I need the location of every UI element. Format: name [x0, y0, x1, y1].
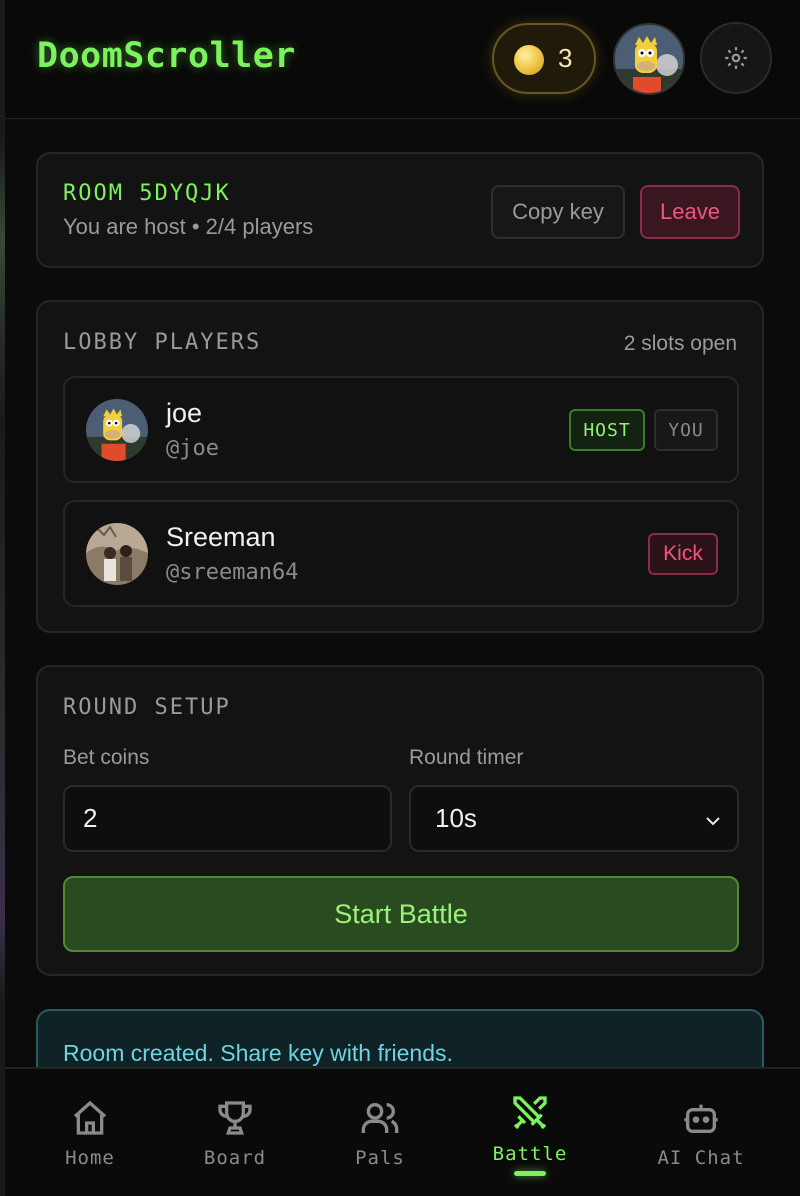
round-timer-select[interactable]: 10s: [409, 785, 739, 852]
active-indicator: [514, 1171, 546, 1176]
start-battle-button[interactable]: Start Battle: [63, 876, 739, 952]
app-header: DoomScroller 3: [5, 0, 800, 119]
you-badge: YOU: [654, 409, 718, 451]
trophy-icon: [218, 1101, 252, 1135]
kick-button[interactable]: Kick: [648, 533, 718, 575]
nav-label: Battle: [492, 1143, 568, 1165]
bottom-nav: Home Board Pals Battle AI Chat: [5, 1067, 800, 1196]
coin-icon: [514, 45, 544, 75]
nav-label: Pals: [355, 1147, 405, 1169]
leave-button[interactable]: Leave: [640, 185, 740, 239]
nav-board[interactable]: Board: [162, 1069, 308, 1196]
bet-coins-label: Bet coins: [63, 746, 150, 769]
bot-icon: [684, 1104, 718, 1133]
coin-count: 3: [558, 43, 573, 73]
player-avatar-image: [86, 399, 148, 461]
coin-balance[interactable]: 3: [492, 23, 596, 94]
avatar: [86, 523, 148, 585]
lobby-title: LOBBY PLAYERS: [63, 330, 262, 355]
room-status: You are host • 2/4 players: [63, 214, 314, 239]
player-handle: @joe: [166, 436, 219, 461]
swords-icon: [513, 1096, 547, 1130]
nav-label: AI Chat: [657, 1147, 745, 1169]
round-timer-label: Round timer: [409, 746, 524, 769]
player-handle: @sreeman64: [166, 560, 299, 585]
nav-home[interactable]: Home: [17, 1069, 163, 1196]
nav-label: Home: [65, 1147, 115, 1169]
lobby-card: LOBBY PLAYERS 2 slots open joe @joe HOST…: [36, 300, 764, 633]
brand-title: DoomScroller: [37, 36, 296, 76]
nav-pals[interactable]: Pals: [307, 1069, 453, 1196]
chevron-down-icon: [706, 817, 720, 826]
avatar: [86, 399, 148, 461]
users-icon: [361, 1103, 399, 1133]
player-name: joe: [166, 398, 203, 428]
round-setup-card: ROUND SETUP Bet coins 2 Round timer 10s …: [36, 665, 764, 976]
nav-label: Board: [203, 1147, 267, 1169]
slots-open: 2 slots open: [623, 332, 737, 355]
room-card: ROOM 5DYQJK You are host • 2/4 players C…: [36, 152, 764, 268]
player-avatar-image: [86, 523, 148, 585]
bet-coins-input[interactable]: 2: [63, 785, 392, 852]
player-row: joe @joe HOST YOU: [63, 376, 739, 483]
player-row: Sreeman @sreeman64 Kick: [63, 500, 739, 607]
home-icon: [73, 1100, 107, 1135]
copy-key-button[interactable]: Copy key: [491, 185, 625, 239]
user-avatar[interactable]: [613, 23, 685, 95]
background-app-edge: [0, 0, 5, 1196]
toast-message: Room created. Share key with friends.: [63, 1040, 453, 1066]
nav-battle[interactable]: Battle: [457, 1069, 603, 1196]
player-name: Sreeman: [166, 522, 276, 552]
settings-button[interactable]: [700, 22, 772, 94]
round-timer-value: 10s: [435, 803, 477, 833]
round-setup-title: ROUND SETUP: [63, 695, 231, 720]
host-badge: HOST: [569, 409, 645, 451]
gear-icon: [725, 47, 747, 69]
nav-ai-chat[interactable]: AI Chat: [628, 1069, 774, 1196]
avatar-image: [615, 25, 683, 93]
room-key-title: ROOM 5DYQJK: [63, 181, 231, 206]
